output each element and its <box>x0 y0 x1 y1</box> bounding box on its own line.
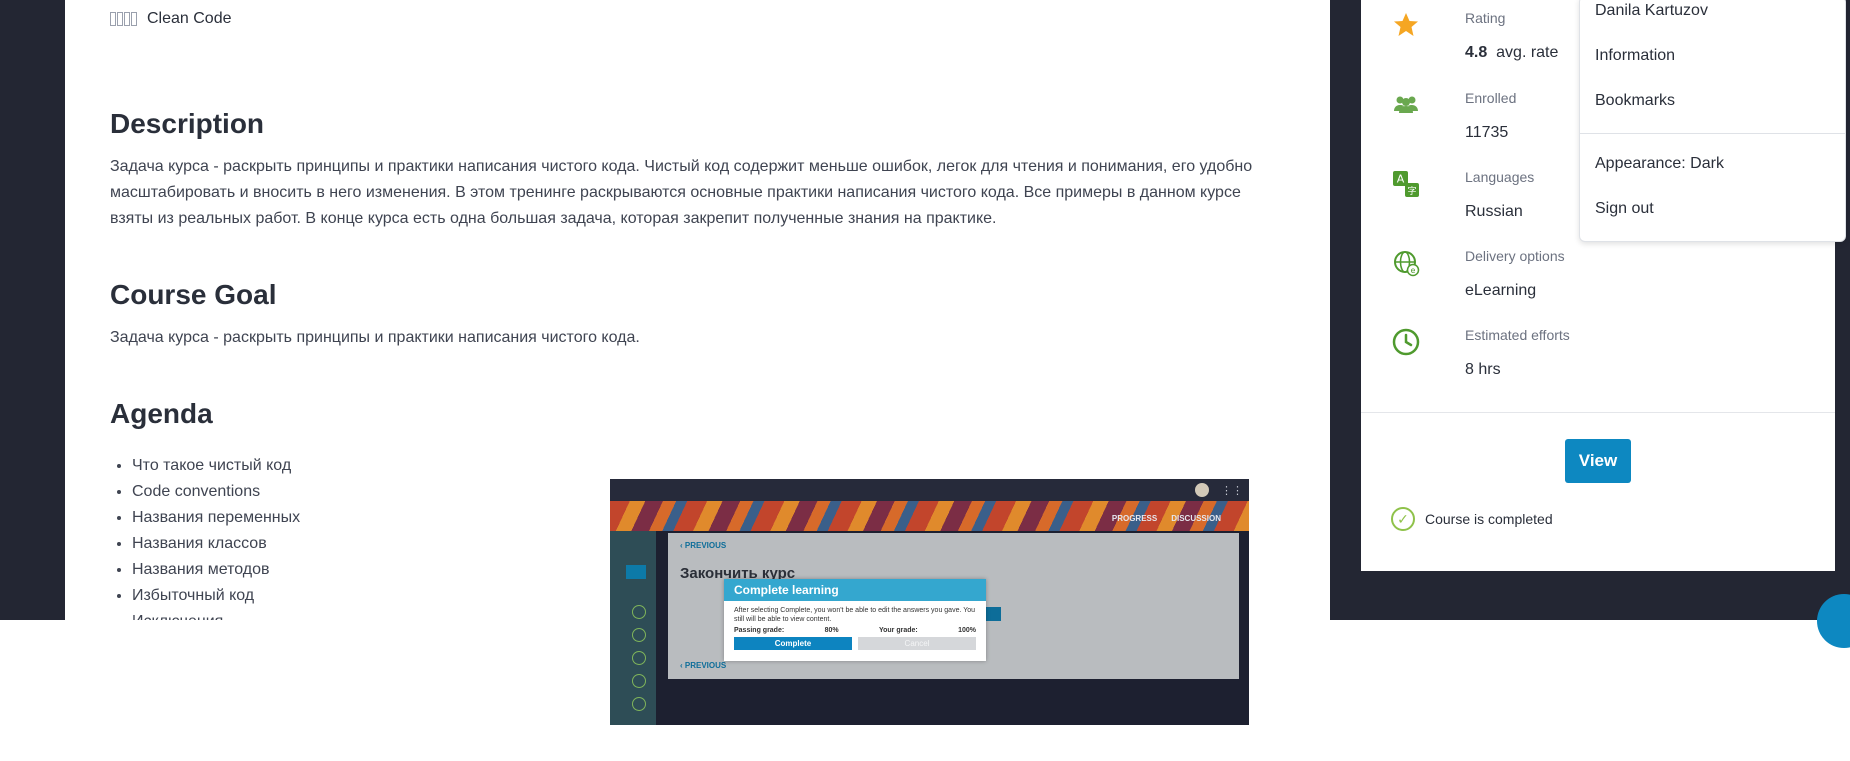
delivery-label: Delivery options <box>1465 248 1565 264</box>
preview-previous-top: ‹ PREVIOUS <box>680 541 727 550</box>
enrolled-label: Enrolled <box>1465 90 1517 106</box>
course-completed-text: Course is completed <box>1425 511 1553 527</box>
preview-modal-text: After selecting Complete, you won't be a… <box>734 607 976 623</box>
preview-modal-buttons: Complete Cancel <box>724 634 986 650</box>
preview-sidebar <box>610 531 656 725</box>
preview-grid-icon: ⋮⋮ <box>1221 485 1243 497</box>
rating-label: Rating <box>1465 10 1506 26</box>
user-dropdown-menu: Danila Kartuzov Information Bookmarks Ap… <box>1579 0 1846 242</box>
menu-user-name[interactable]: Danila Kartuzov <box>1595 2 1708 20</box>
agenda-item: Избыточный код <box>132 583 300 609</box>
menu-item-sign-out[interactable]: Sign out <box>1595 200 1654 218</box>
preview-avatar <box>1195 483 1209 497</box>
efforts-label: Estimated efforts <box>1465 327 1570 343</box>
course-tag-label: Clean Code <box>147 10 232 27</box>
preview-check-icon <box>632 674 646 688</box>
preview-search-icon <box>626 565 646 579</box>
users-icon <box>1394 96 1418 113</box>
preview-check-icon <box>632 651 646 665</box>
card-divider <box>1361 412 1835 413</box>
star-icon <box>1394 13 1418 36</box>
agenda-item: Что такое чистый код <box>132 453 300 479</box>
menu-item-appearance[interactable]: Appearance: Dark <box>1595 155 1724 173</box>
preview-previous-bottom: ‹ PREVIOUS <box>680 661 727 670</box>
preview-modal-grades: Passing grade: 80% Your grade: 100% <box>734 627 976 634</box>
preview-nav-discussion: DISCUSSION <box>1171 514 1221 523</box>
course-completed-status: ✓ Course is completed <box>1391 507 1553 531</box>
description-text: Задача курса - раскрыть принципы и практ… <box>110 158 1253 227</box>
description-heading: Description <box>110 108 265 139</box>
preview-check-icon <box>632 697 646 711</box>
preview-nav: PROGRESS DISCUSSION <box>1112 514 1221 523</box>
course-goal-text: Задача курса - раскрыть принципы и практ… <box>110 329 640 346</box>
svg-text:e: e <box>1411 266 1416 275</box>
rating-value: 4.8 avg. rate <box>1465 44 1559 61</box>
svg-text:A: A <box>1397 173 1405 186</box>
course-preview-image: ⋮⋮ PROGRESS DISCUSSION ‹ PREVIOUS Законч… <box>610 479 1249 725</box>
preview-complete-button: Complete <box>734 637 852 650</box>
view-button[interactable]: View <box>1565 439 1631 483</box>
course-goal-heading: Course Goal <box>110 279 277 310</box>
efforts-value: 8 hrs <box>1465 361 1501 378</box>
agenda-list: Что такое чистый код Code conventions На… <box>110 453 300 620</box>
agenda-item: Названия переменных <box>132 505 300 531</box>
tag-icon <box>110 12 137 26</box>
agenda-item: Code conventions <box>132 479 300 505</box>
preview-check-icon <box>632 605 646 619</box>
check-circle-icon: ✓ <box>1391 507 1415 531</box>
agenda-item: Названия методов <box>132 557 300 583</box>
menu-item-information[interactable]: Information <box>1595 47 1675 65</box>
preview-modal: Complete learning After selecting Comple… <box>724 579 986 661</box>
preview-nav-progress: PROGRESS <box>1111 514 1158 523</box>
agenda-heading: Agenda <box>110 398 213 429</box>
translate-icon: A 字 <box>1393 171 1419 197</box>
svg-text:字: 字 <box>1407 185 1416 197</box>
clock-icon <box>1392 328 1420 356</box>
languages-label: Languages <box>1465 169 1535 185</box>
languages-value: Russian <box>1465 203 1523 220</box>
menu-separator <box>1580 133 1845 134</box>
delivery-value: eLearning <box>1465 282 1537 299</box>
menu-item-bookmarks[interactable]: Bookmarks <box>1595 92 1675 110</box>
preview-topbar: ⋮⋮ <box>610 479 1249 501</box>
preview-modal-title: Complete learning <box>724 579 986 601</box>
course-tag: Clean Code <box>110 10 232 28</box>
enrolled-value: 11735 <box>1465 124 1509 141</box>
preview-check-icon <box>632 628 646 642</box>
preview-cancel-button: Cancel <box>858 637 976 650</box>
globe-icon: e <box>1394 251 1420 277</box>
agenda-item: Исключения <box>132 609 300 620</box>
agenda-item: Названия классов <box>132 531 300 557</box>
